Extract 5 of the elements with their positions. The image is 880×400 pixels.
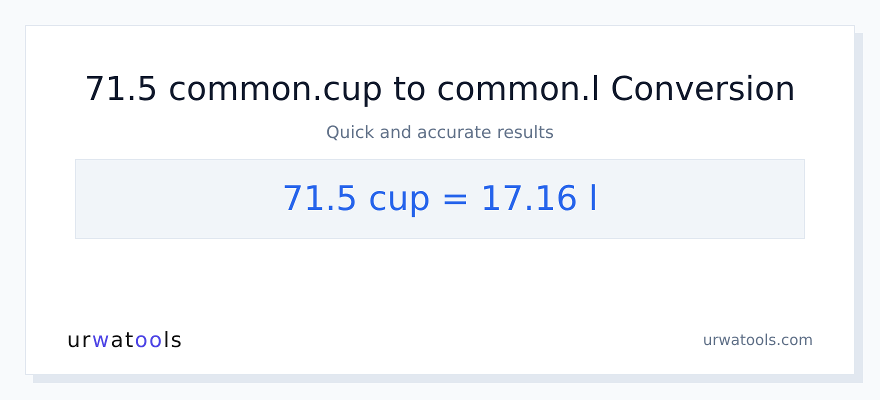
site-url: urwatools.com — [702, 331, 813, 349]
subtitle: Quick and accurate results — [326, 123, 554, 143]
page-title: 71.5 common.cup to common.l Conversion — [84, 68, 796, 110]
conversion-result: 71.5 cup = 17.16 l — [282, 179, 598, 219]
logo: urwatoo ls — [67, 328, 184, 352]
